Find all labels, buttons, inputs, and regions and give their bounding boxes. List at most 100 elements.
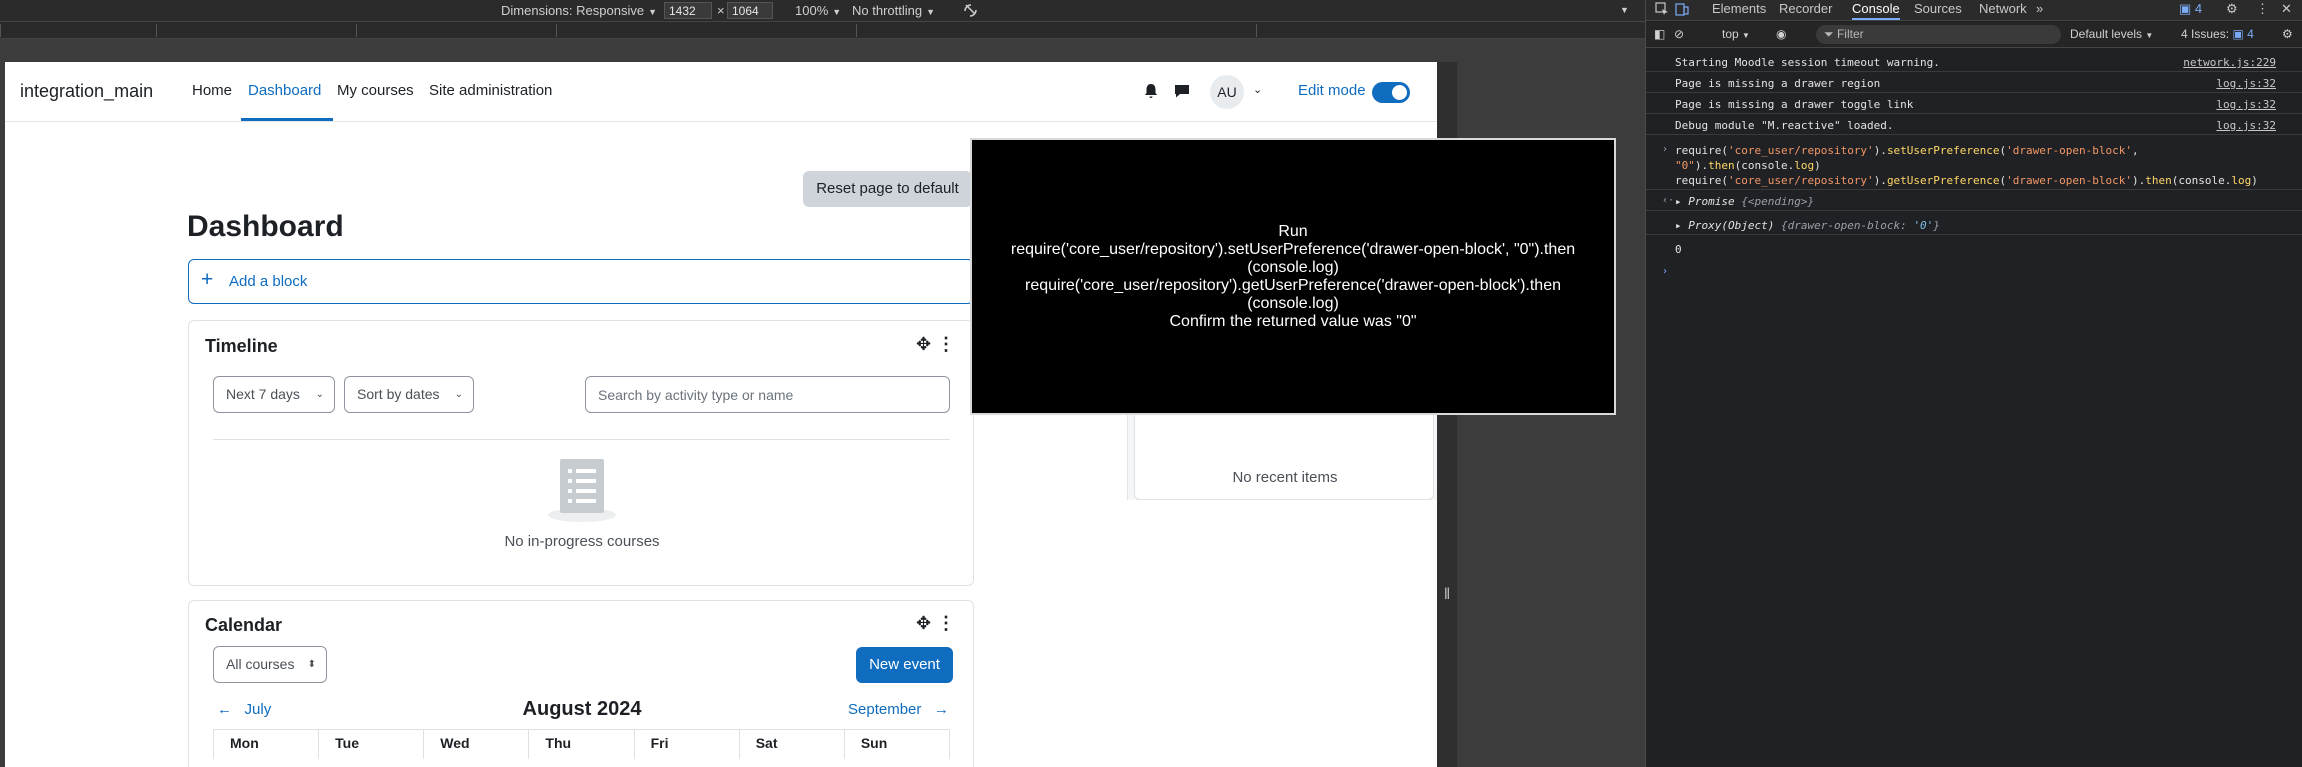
- move-icon[interactable]: ✥: [916, 334, 931, 355]
- issues-count: 4: [2247, 27, 2254, 41]
- kebab-menu-icon[interactable]: ⋮: [2256, 0, 2269, 20]
- log-message: Debug module "M.reactive" loaded.: [1675, 119, 1894, 132]
- ruler-segment[interactable]: [1256, 24, 1645, 37]
- proxy-value: '0': [1913, 219, 1934, 232]
- divider: [213, 439, 950, 440]
- settings-gear-icon[interactable]: ⚙: [2226, 0, 2238, 20]
- sidebar-toggle-icon[interactable]: ◧: [1654, 27, 1665, 41]
- log-source-link[interactable]: log.js:32: [2216, 119, 2276, 132]
- width-input[interactable]: 1432: [664, 2, 712, 19]
- chevron-down-icon[interactable]: ⌄: [1253, 83, 1262, 96]
- course-select[interactable]: All courses ⬍: [213, 646, 327, 683]
- edit-mode-toggle[interactable]: [1372, 82, 1410, 103]
- close-icon[interactable]: ✕: [2281, 0, 2292, 20]
- next-month-link[interactable]: September →: [848, 701, 949, 718]
- instruction-overlay: Run require('core_user/repository').setU…: [970, 138, 1616, 415]
- calendar-weekday-header: Mon Tue Wed Thu Fri Sat Sun: [213, 729, 950, 759]
- add-block-label: Add a block: [229, 273, 308, 290]
- arrow-right-icon: →: [933, 701, 949, 718]
- context-selector[interactable]: top ▼: [1722, 27, 1750, 41]
- nav-my-courses[interactable]: My courses: [337, 82, 414, 99]
- ruler-segment[interactable]: [356, 24, 556, 37]
- proxy-result[interactable]: ▸ Proxy(Object) {drawer-open-block: '0'}: [1646, 217, 2302, 235]
- caret-down-icon: ▼: [2145, 31, 2154, 40]
- calendar-title: Calendar: [205, 615, 283, 635]
- resize-handle[interactable]: ‖: [1443, 582, 1451, 608]
- recent-items-empty-text: No recent items: [1232, 469, 1338, 486]
- proxy-brace: {: [1780, 219, 1788, 232]
- tab-elements[interactable]: Elements: [1712, 0, 1766, 20]
- devtools-tab-bar: Elements Recorder Console Sources Networ…: [1646, 0, 2302, 21]
- user-avatar[interactable]: AU: [1210, 75, 1244, 109]
- promise-state: {<pending>}: [1741, 195, 1815, 208]
- empty-state-text: No in-progress courses: [504, 533, 660, 550]
- log-levels-dropdown[interactable]: Default levels ▼: [2070, 27, 2153, 41]
- tab-sources[interactable]: Sources: [1914, 0, 1962, 20]
- new-event-button[interactable]: New event: [856, 647, 953, 683]
- console-prompt[interactable]: ›: [1646, 264, 2302, 282]
- tab-recorder[interactable]: Recorder: [1779, 0, 1832, 20]
- console-settings-gear-icon[interactable]: ⚙: [2282, 27, 2293, 41]
- rotate-icon[interactable]: [962, 2, 979, 19]
- times-sign: ×: [717, 3, 725, 18]
- nav-home[interactable]: Home: [192, 82, 232, 99]
- chat-icon[interactable]: [1173, 82, 1191, 100]
- log-source-link[interactable]: log.js:32: [2216, 77, 2276, 90]
- issues-counter[interactable]: 4 Issues: ▣ 4: [2181, 27, 2254, 41]
- log-message: Page is missing a drawer region: [1675, 77, 1881, 90]
- ruler-segment[interactable]: [0, 24, 156, 37]
- timeline-search-input[interactable]: [585, 376, 950, 413]
- issues-badge[interactable]: ▣ 4: [2179, 0, 2202, 20]
- issues-icon: ▣: [2232, 27, 2244, 41]
- caret-down-icon: ▼: [832, 7, 842, 17]
- site-brand[interactable]: integration_main: [20, 81, 153, 102]
- ruler-segment[interactable]: [156, 24, 356, 37]
- live-expression-eye-icon[interactable]: ◉: [1776, 27, 1786, 41]
- timeline-block: Timeline ✥ ⋮ Next 7 days ⌄ Sort by dates ⌄…: [188, 320, 974, 586]
- media-query-ruler: [0, 21, 1645, 39]
- command-line: require('core_user/repository').getUserP…: [1675, 174, 2258, 187]
- zoom-label: 100%: [795, 3, 829, 18]
- page-title: Dashboard: [187, 210, 344, 243]
- device-toggle-icon[interactable]: [1675, 2, 1689, 16]
- command-line: require('core_user/repository').setUserP…: [1675, 144, 2139, 157]
- console-filter-input[interactable]: ⏷ Filter: [1816, 25, 2061, 44]
- weekday-label: Sat: [740, 730, 845, 759]
- nav-dashboard[interactable]: Dashboard: [248, 82, 321, 99]
- tab-network[interactable]: Network: [1979, 0, 2027, 20]
- clear-console-icon[interactable]: ⊘: [1674, 27, 1684, 41]
- caret-down-icon: ▼: [648, 7, 657, 17]
- tab-console[interactable]: Console: [1852, 0, 1900, 20]
- move-icon[interactable]: ✥: [916, 613, 931, 634]
- day-filter-value: Next 7 days: [226, 386, 300, 402]
- chevron-down-icon: ⌄: [315, 389, 324, 400]
- log-source-link[interactable]: network.js:229: [2183, 56, 2276, 69]
- nav-site-administration[interactable]: Site administration: [429, 82, 552, 99]
- zoom-dropdown[interactable]: 100% ▼: [795, 2, 841, 19]
- dimensions-dropdown[interactable]: Dimensions: Responsive ▼: [501, 2, 657, 19]
- bell-icon[interactable]: [1142, 82, 1160, 100]
- more-tabs-icon[interactable]: »: [2036, 0, 2043, 20]
- active-nav-indicator: [241, 118, 333, 121]
- caret-down-icon: ▼: [1742, 31, 1750, 40]
- devtools-panel: Elements Recorder Console Sources Networ…: [1645, 0, 2302, 767]
- toggle-knob: [1392, 85, 1407, 100]
- weekday-label: Thu: [529, 730, 635, 759]
- kebab-menu-icon[interactable]: ⋮: [937, 613, 955, 634]
- timeline-day-filter[interactable]: Next 7 days ⌄: [213, 376, 335, 413]
- reset-page-button[interactable]: Reset page to default: [803, 171, 972, 207]
- log-source-link[interactable]: log.js:32: [2216, 98, 2276, 111]
- kebab-menu-icon[interactable]: ⋮: [937, 334, 955, 355]
- empty-list-icon: [548, 459, 616, 522]
- inspect-icon[interactable]: [1655, 2, 1669, 16]
- log-entry: Page is missing a drawer toggle link log…: [1646, 98, 2302, 114]
- timeline-sort[interactable]: Sort by dates ⌄: [344, 376, 474, 413]
- more-options-caret-icon[interactable]: ▼: [1620, 2, 1629, 19]
- context-value: top: [1722, 27, 1739, 41]
- ruler-segment[interactable]: [856, 24, 1256, 37]
- promise-result[interactable]: ‹· ▸ Promise {<pending>}: [1646, 193, 2302, 211]
- ruler-segment[interactable]: [556, 24, 856, 37]
- height-input[interactable]: 1064: [727, 2, 773, 19]
- add-block-button[interactable]: + Add a block: [188, 259, 974, 304]
- throttling-dropdown[interactable]: No throttling ▼: [852, 2, 935, 19]
